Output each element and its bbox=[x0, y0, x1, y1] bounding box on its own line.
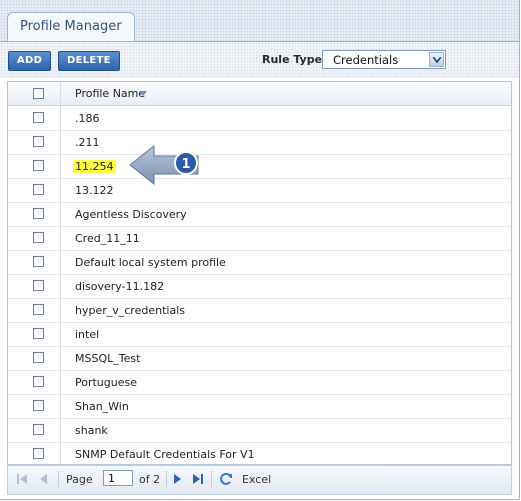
table-row[interactable]: intel bbox=[8, 322, 511, 347]
next-page-icon[interactable] bbox=[174, 474, 182, 484]
pager-divider bbox=[166, 471, 167, 487]
table-row[interactable]: Cred_11_11 bbox=[8, 226, 511, 251]
last-page-icon[interactable] bbox=[193, 474, 203, 484]
profile-name-cell[interactable]: hyper_v_credentials bbox=[75, 304, 185, 317]
table-row[interactable]: shank bbox=[8, 418, 511, 443]
table-row[interactable]: SNMP Default Credentials For V1 bbox=[8, 442, 511, 467]
callout-number: 1 bbox=[181, 157, 190, 172]
select-all-checkbox[interactable] bbox=[33, 88, 44, 99]
row-checkbox[interactable] bbox=[33, 232, 44, 243]
prev-page-icon[interactable] bbox=[39, 474, 47, 484]
profile-name-cell[interactable]: SNMP Default Credentials For V1 bbox=[75, 448, 255, 461]
profile-name-cell[interactable]: Default local system profile bbox=[75, 256, 226, 269]
profile-name-cell[interactable]: shank bbox=[75, 424, 108, 437]
page-label: Page bbox=[66, 473, 93, 486]
profile-name-cell[interactable]: .186 bbox=[75, 112, 100, 125]
row-checkbox[interactable] bbox=[33, 256, 44, 267]
table-row[interactable]: .211 bbox=[8, 130, 511, 155]
rule-type-label: Rule Type bbox=[262, 53, 323, 66]
row-checkbox[interactable] bbox=[33, 424, 44, 435]
row-checkbox[interactable] bbox=[33, 304, 44, 315]
table-row[interactable]: Shan_Win bbox=[8, 394, 511, 419]
row-checkbox[interactable] bbox=[33, 352, 44, 363]
add-button[interactable]: ADD bbox=[8, 51, 52, 71]
page-count-label: of 2 bbox=[139, 473, 161, 486]
profile-name-cell[interactable]: Shan_Win bbox=[75, 400, 129, 413]
profile-name-cell[interactable]: intel bbox=[75, 328, 99, 341]
column-header-profile-name[interactable]: Profile Name bbox=[75, 87, 145, 100]
row-checkbox[interactable] bbox=[33, 136, 44, 147]
profile-name-cell[interactable]: Portuguese bbox=[75, 376, 137, 389]
row-checkbox[interactable] bbox=[33, 400, 44, 411]
row-checkbox[interactable] bbox=[33, 208, 44, 219]
table-row[interactable]: 13.122 bbox=[8, 178, 511, 203]
first-page-icon[interactable] bbox=[17, 474, 27, 484]
pager-divider bbox=[211, 471, 212, 487]
chevron-down-icon[interactable] bbox=[429, 52, 444, 67]
delete-button[interactable]: DELETE bbox=[58, 51, 120, 71]
pager-toolbar: Page of 2 Excel bbox=[7, 465, 512, 495]
profile-manager-window: Profile Manager ADD DELETE Rule Type Cre… bbox=[0, 0, 520, 500]
profile-name-cell[interactable]: disovery-11.182 bbox=[75, 280, 164, 293]
row-checkbox[interactable] bbox=[33, 448, 44, 459]
row-checkbox[interactable] bbox=[33, 280, 44, 291]
row-checkbox[interactable] bbox=[33, 328, 44, 339]
rule-type-value: Credentials bbox=[333, 53, 399, 67]
pager-divider bbox=[58, 471, 59, 487]
row-checkbox[interactable] bbox=[33, 376, 44, 387]
table-row[interactable]: .186 bbox=[8, 106, 511, 131]
table-row[interactable]: disovery-11.182 bbox=[8, 274, 511, 299]
table-row[interactable]: Portuguese bbox=[8, 370, 511, 395]
table-row[interactable]: 11.254 bbox=[8, 154, 511, 179]
page-number-input[interactable] bbox=[103, 470, 133, 486]
profile-name-cell[interactable]: MSSQL_Test bbox=[75, 352, 140, 365]
grid-header: Profile Name bbox=[8, 82, 511, 106]
excel-export-link[interactable]: Excel bbox=[242, 473, 271, 486]
profile-grid: Profile Name .186 .211 11.254 13.122 Agentle… bbox=[7, 81, 512, 467]
profile-name-cell[interactable]: .211 bbox=[75, 136, 100, 149]
table-row[interactable]: Agentless Discovery bbox=[8, 202, 511, 227]
table-row[interactable]: MSSQL_Test bbox=[8, 346, 511, 371]
refresh-icon[interactable] bbox=[219, 472, 233, 486]
profile-name-cell[interactable]: Agentless Discovery bbox=[75, 208, 187, 221]
header-band: Profile Manager bbox=[0, 0, 519, 42]
profile-name-cell[interactable]: 11.254 bbox=[73, 160, 116, 173]
table-row[interactable]: Default local system profile bbox=[8, 250, 511, 275]
tab-profile-manager[interactable]: Profile Manager bbox=[7, 12, 135, 41]
toolbar: ADD DELETE Rule Type Credentials bbox=[0, 42, 519, 78]
callout-arrow-icon: 1 bbox=[129, 144, 199, 186]
row-checkbox[interactable] bbox=[33, 184, 44, 195]
rule-type-select[interactable]: Credentials bbox=[322, 50, 446, 69]
profile-name-cell[interactable]: 13.122 bbox=[75, 184, 114, 197]
sort-desc-icon bbox=[139, 91, 147, 96]
row-checkbox[interactable] bbox=[33, 160, 44, 171]
row-checkbox[interactable] bbox=[33, 112, 44, 123]
profile-name-cell[interactable]: Cred_11_11 bbox=[75, 232, 140, 245]
table-row[interactable]: hyper_v_credentials bbox=[8, 298, 511, 323]
